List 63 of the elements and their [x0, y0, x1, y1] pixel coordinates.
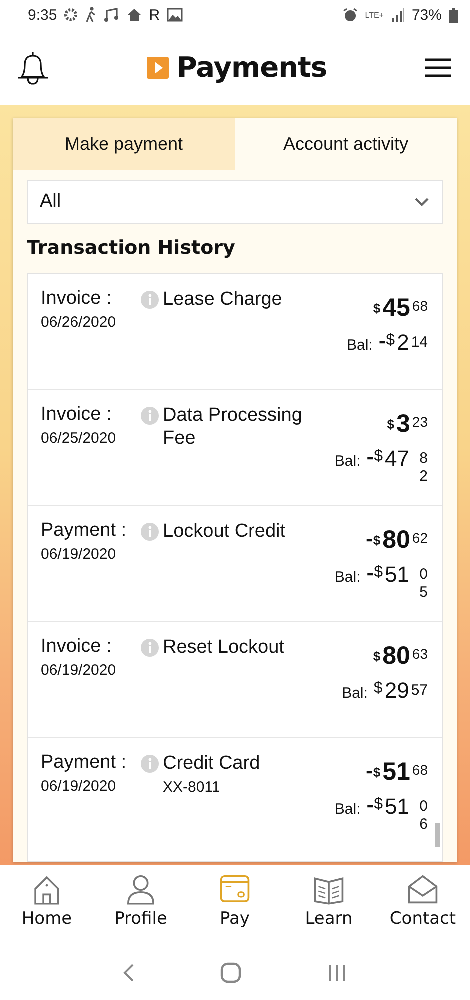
balance-amount: -$47 82: [366, 447, 428, 486]
nav-tab[interactable]: Learn: [282, 865, 376, 945]
signal-icon: [390, 8, 405, 22]
transaction-description: Lockout Credit: [163, 520, 287, 543]
home-button-icon[interactable]: [220, 962, 242, 984]
recent-apps-icon[interactable]: [327, 962, 348, 982]
transaction-date: 06/19/2020: [41, 546, 118, 563]
balance-label: Bal:: [334, 569, 361, 586]
transaction-type: Payment :: [41, 520, 128, 542]
transaction-date: 06/19/2020: [41, 778, 118, 795]
info-icon[interactable]: [141, 755, 159, 773]
home-icon: [127, 8, 142, 22]
battery-icon: [449, 8, 458, 22]
status-letter: R: [149, 6, 160, 24]
transaction-description: Data Processing Fee: [163, 404, 304, 450]
info-icon[interactable]: [141, 523, 159, 541]
tab[interactable]: Account activity: [235, 118, 457, 170]
transaction-date: 06/25/2020: [41, 430, 118, 447]
info-icon[interactable]: [141, 407, 159, 425]
transaction-type: Payment :: [41, 752, 128, 774]
transaction-description: Credit Card: [163, 752, 262, 775]
balance-amount: -$51 06: [366, 795, 428, 834]
transaction-type: Invoice :: [41, 636, 113, 658]
envelope-icon: [406, 873, 440, 905]
nav-tab[interactable]: Home: [0, 865, 94, 945]
page-title: Payments: [176, 51, 328, 84]
balance-amount: -$51 05: [366, 563, 428, 602]
balance-label: Bal:: [334, 801, 361, 818]
card-number: XX-8011: [163, 779, 222, 796]
back-icon[interactable]: [122, 962, 135, 982]
filter-dropdown[interactable]: All: [27, 180, 443, 224]
section-heading: Transaction History: [27, 237, 236, 259]
info-icon[interactable]: [141, 639, 159, 657]
nav-tab[interactable]: Profile: [94, 865, 188, 945]
scrollbar[interactable]: [435, 823, 440, 847]
nav-tab[interactable]: Pay: [188, 865, 282, 945]
transaction-type: Invoice :: [41, 404, 113, 426]
balance-label: Bal:: [342, 685, 368, 702]
balance-label: Bal:: [334, 453, 361, 470]
music-icon: [104, 8, 120, 22]
walking-icon: [85, 7, 98, 23]
chevron-down-icon: [414, 197, 430, 207]
transaction-date: 06/26/2020: [41, 314, 118, 331]
nav-tab[interactable]: Contact: [376, 865, 470, 945]
alarm-icon: [343, 8, 358, 22]
tab[interactable]: Make payment: [13, 118, 235, 170]
card-icon: [218, 873, 252, 905]
status-time: 9:35: [28, 6, 58, 24]
info-icon[interactable]: [141, 291, 159, 309]
menu-icon[interactable]: [424, 58, 452, 78]
play-logo-icon: [146, 56, 169, 78]
transaction-type: Invoice :: [41, 288, 113, 310]
bell-icon[interactable]: [16, 50, 50, 86]
battery-percent: 73%: [412, 6, 442, 24]
balance-label: Bal:: [346, 337, 373, 354]
transaction-description: Lease Charge: [163, 288, 284, 311]
balance-amount: $29 57: [374, 679, 428, 703]
balance-amount: -$2 14: [378, 331, 428, 355]
transaction-description: Reset Lockout: [163, 636, 286, 659]
gear-icon: [64, 8, 78, 22]
image-icon: [167, 8, 184, 22]
network-label: LTE+: [365, 10, 384, 20]
transaction-date: 06/19/2020: [41, 662, 118, 679]
